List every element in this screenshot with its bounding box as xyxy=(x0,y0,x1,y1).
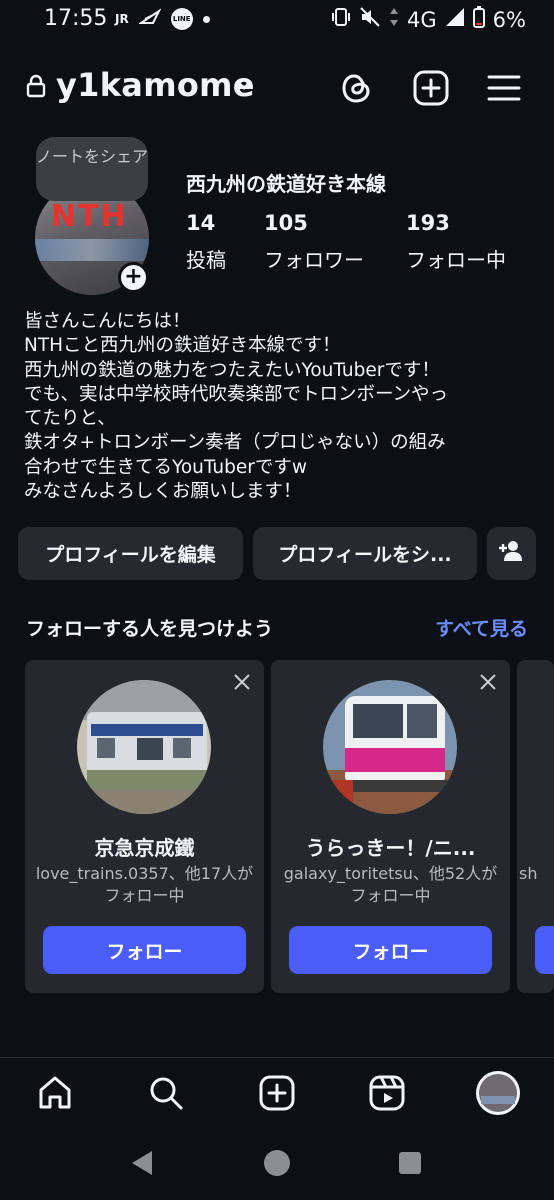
edit-profile-button[interactable]: プロフィールを編集 xyxy=(18,527,243,580)
line-app-icon: LINE xyxy=(170,8,193,30)
suggestion-avatar[interactable] xyxy=(323,680,457,814)
bio-line: 合わせで生きてるYouTuberですw xyxy=(24,456,307,478)
add-story-button[interactable]: + xyxy=(118,262,149,293)
profile-avatar-icon[interactable] xyxy=(470,1068,526,1118)
suggestion-avatar[interactable] xyxy=(77,680,211,814)
jr-app-icon: JR xyxy=(115,12,129,26)
battery-percent: 6% xyxy=(492,7,526,32)
suggestions-title: フォローする人を見つけよう xyxy=(26,618,274,640)
home-circle-icon[interactable] xyxy=(262,1148,292,1182)
notification-icons: JR LINE xyxy=(115,8,210,30)
followers-label: フォロワー xyxy=(264,248,364,272)
menu-icon[interactable] xyxy=(482,66,526,110)
status-bar: 17:55 JR LINE 4G 6% xyxy=(0,0,554,44)
bio-line: 西九州の鉄道の魅力をつたえたいYouTuberです！ xyxy=(24,359,440,381)
following-stat[interactable]: 193 フォロー中 xyxy=(406,211,506,273)
signal-icon xyxy=(445,7,465,32)
bio-line: 鉄オタ+トロンボーン奏者（プロじゃない）の組み xyxy=(24,432,446,454)
following-label: フォロー中 xyxy=(406,248,506,272)
suggestion-mutuals: sh xyxy=(519,864,538,883)
back-icon[interactable] xyxy=(128,1148,156,1182)
note-share-bubble[interactable]: ノートをシェア xyxy=(36,137,148,201)
lock-icon xyxy=(26,74,46,102)
data-arrows-icon xyxy=(389,6,399,33)
bio-line: NTHこと西九州の鉄道好き本線です！ xyxy=(24,335,341,357)
discover-people-button[interactable] xyxy=(487,527,536,580)
home-icon[interactable] xyxy=(27,1068,83,1118)
suggestion-card: 京急京成鐵 love_trains.0357、他17人がフォロー中 フォロー xyxy=(25,660,264,993)
search-icon[interactable] xyxy=(138,1068,194,1118)
follow-button[interactable]: フォロー xyxy=(43,926,246,974)
display-name: 西九州の鉄道好き本線 xyxy=(186,172,386,196)
system-navigation-bar xyxy=(0,1130,554,1200)
avatar-logo-text: NTH xyxy=(51,199,128,234)
suggestion-card: sh xyxy=(517,660,554,993)
posts-label: 投稿 xyxy=(186,248,226,272)
nav-divider xyxy=(0,1057,554,1058)
avatar-train-image xyxy=(35,239,149,261)
battery-icon xyxy=(472,6,485,33)
suggestion-name[interactable]: うらっきー！/ニ... xyxy=(279,832,502,861)
mute-icon xyxy=(359,6,381,33)
reels-icon[interactable] xyxy=(359,1068,415,1118)
suggestion-name[interactable]: 京急京成鐵 xyxy=(33,832,256,861)
following-count: 193 xyxy=(406,211,450,235)
send-notification-icon xyxy=(137,8,162,30)
share-profile-button[interactable]: プロフィールをシ... xyxy=(253,527,477,580)
posts-count: 14 xyxy=(186,211,216,235)
create-post-icon[interactable] xyxy=(409,66,453,110)
system-status-icons: 4G 6% xyxy=(331,6,526,33)
bio-line: てたりと、 xyxy=(24,408,116,430)
close-icon[interactable] xyxy=(232,672,252,696)
note-prompt-text: ノートをシェア xyxy=(36,147,149,166)
profile-bio: 皆さんこんにちは！ NTHこと西九州の鉄道好き本線です！ 西九州の鉄道の魅力をつ… xyxy=(24,310,534,504)
posts-stat[interactable]: 14 投稿 xyxy=(186,211,226,273)
create-icon[interactable] xyxy=(249,1068,305,1118)
username[interactable]: y1kamome xyxy=(56,66,255,104)
vibrate-icon xyxy=(331,6,351,33)
bio-line: みなさんよろしくお願いします！ xyxy=(24,481,302,503)
followers-count: 105 xyxy=(264,211,308,235)
threads-icon[interactable] xyxy=(334,66,378,110)
network-type: 4G xyxy=(407,7,437,32)
status-time: 17:55 xyxy=(44,6,108,31)
more-notifications-icon xyxy=(202,15,210,23)
add-person-icon xyxy=(498,540,526,567)
recents-square-icon[interactable] xyxy=(397,1148,423,1182)
suggestion-mutuals: galaxy_toritetsu、他52人がフォロー中 xyxy=(283,864,498,905)
suggestion-card: うらっきー！/ニ... galaxy_toritetsu、他52人がフォロー中 … xyxy=(271,660,510,993)
close-icon[interactable] xyxy=(478,672,498,696)
followers-stat[interactable]: 105 フォロワー xyxy=(264,211,364,273)
follow-button[interactable] xyxy=(535,926,554,974)
suggestion-mutuals: love_trains.0357、他17人がフォロー中 xyxy=(35,864,254,905)
chevron-down-icon[interactable] xyxy=(233,76,255,96)
see-all-link[interactable]: すべて見る xyxy=(435,614,528,641)
follow-button[interactable]: フォロー xyxy=(289,926,492,974)
bio-line: でも、実は中学校時代吹奏楽部でトロンボーンやっ xyxy=(24,383,449,405)
bio-line: 皆さんこんにちは！ xyxy=(24,311,191,332)
